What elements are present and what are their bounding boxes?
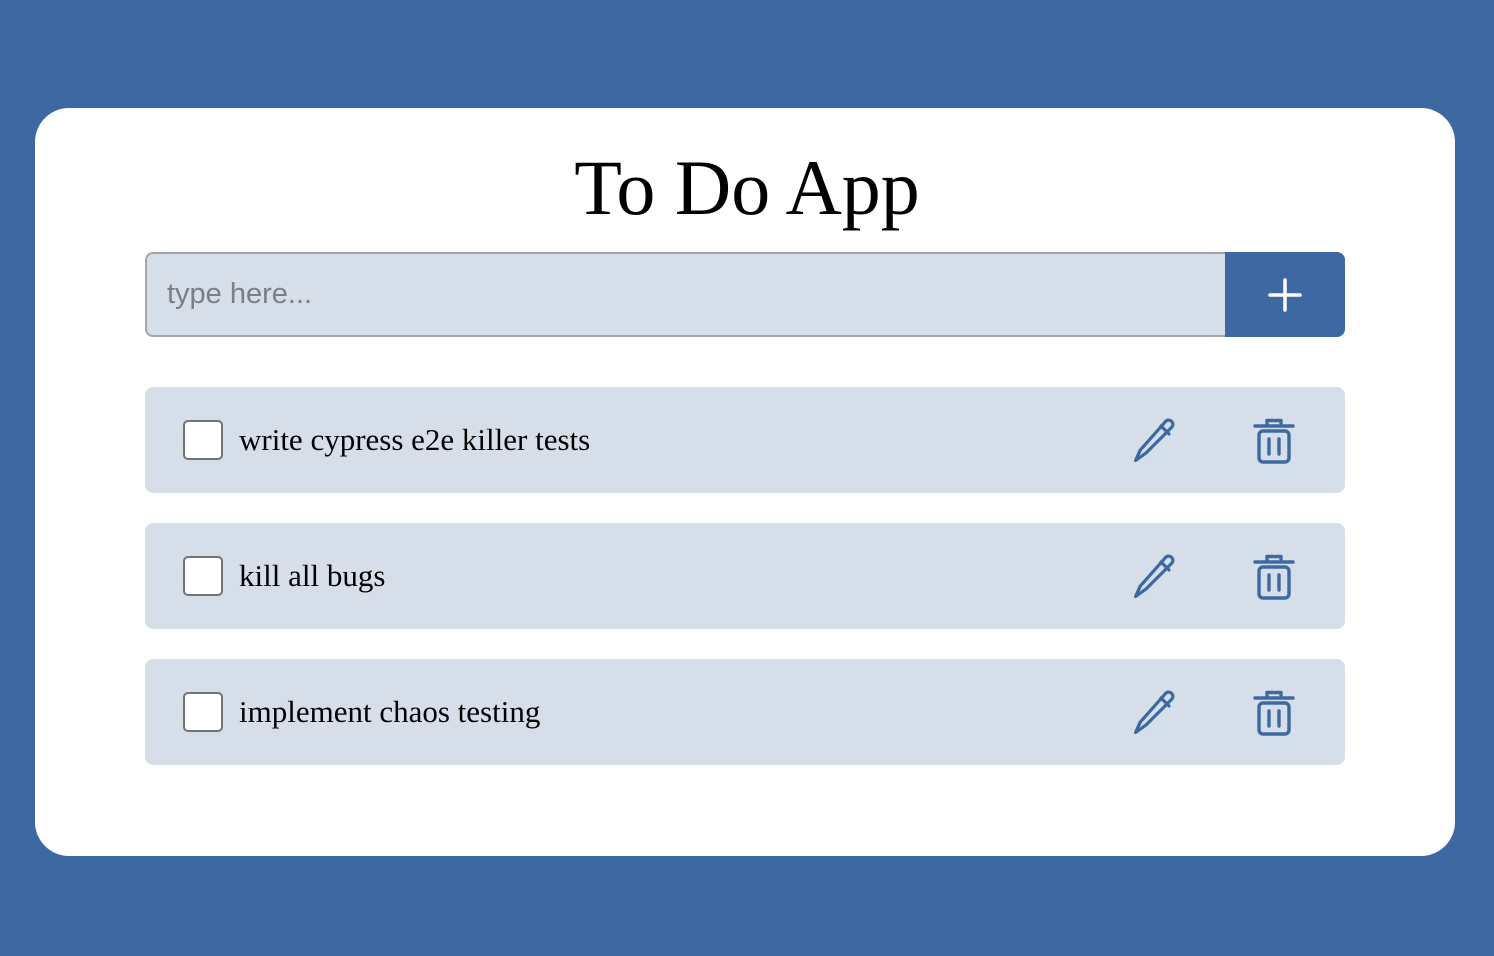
pencil-icon <box>1134 418 1175 462</box>
add-task-form <box>145 252 1345 337</box>
add-task-button[interactable] <box>1225 252 1345 337</box>
plus-icon <box>1268 277 1302 312</box>
todo-checkbox[interactable] <box>183 556 223 596</box>
page-title: To Do App <box>574 144 920 231</box>
todo-text: implement chaos testing <box>239 694 541 729</box>
edit-button[interactable] <box>1127 413 1183 469</box>
todo-text: write cypress e2e killer tests <box>239 422 591 457</box>
todo-checkbox[interactable] <box>183 420 223 460</box>
todo-text: kill all bugs <box>239 558 386 593</box>
todo-item: write cypress e2e killer tests <box>145 387 1345 493</box>
pencil-icon <box>1134 554 1175 598</box>
task-input[interactable] <box>145 252 1225 337</box>
edit-button[interactable] <box>1127 549 1183 605</box>
todo-item: implement chaos testing <box>145 659 1345 765</box>
trash-icon <box>1253 418 1295 464</box>
trash-icon <box>1253 554 1295 600</box>
delete-button[interactable] <box>1246 685 1302 741</box>
delete-button[interactable] <box>1246 413 1302 469</box>
delete-button[interactable] <box>1246 549 1302 605</box>
pencil-icon <box>1134 690 1175 734</box>
todo-list: write cypress e2e killer tests kill all … <box>145 387 1345 795</box>
todo-checkbox[interactable] <box>183 692 223 732</box>
edit-button[interactable] <box>1127 685 1183 741</box>
trash-icon <box>1253 690 1295 736</box>
todo-item: kill all bugs <box>145 523 1345 629</box>
